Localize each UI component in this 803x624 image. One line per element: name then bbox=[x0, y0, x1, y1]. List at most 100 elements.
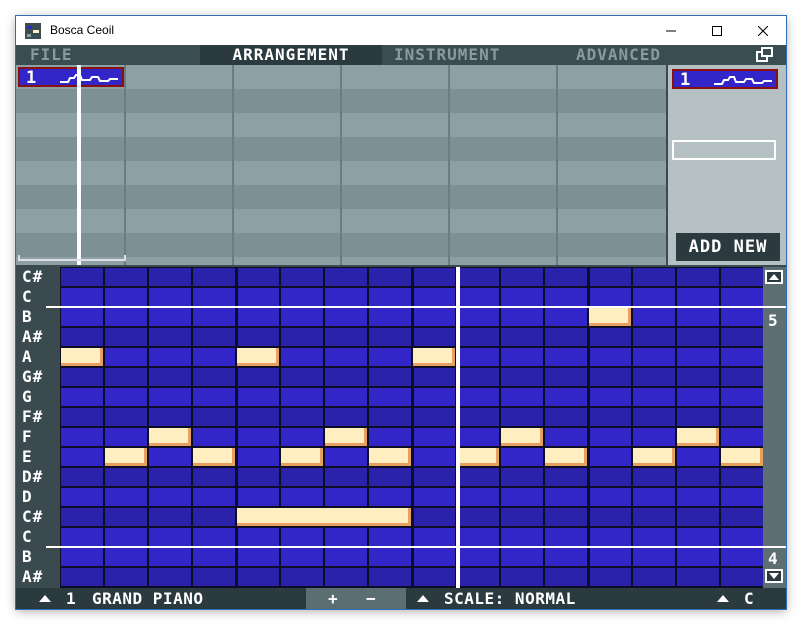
note-cell[interactable] bbox=[149, 328, 191, 346]
note-cell[interactable] bbox=[105, 508, 147, 526]
note-cell[interactable] bbox=[677, 388, 719, 406]
note-cell[interactable] bbox=[633, 328, 675, 346]
note-cell[interactable] bbox=[237, 428, 279, 446]
note-cell[interactable] bbox=[721, 288, 763, 306]
note-block[interactable] bbox=[193, 448, 235, 466]
note-cell[interactable] bbox=[149, 308, 191, 326]
note-cell[interactable] bbox=[149, 568, 191, 586]
note-cell[interactable] bbox=[281, 488, 323, 506]
note-cell[interactable] bbox=[721, 308, 763, 326]
note-cell[interactable] bbox=[61, 308, 103, 326]
note-cell[interactable] bbox=[105, 388, 147, 406]
note-grid[interactable] bbox=[60, 267, 763, 588]
note-cell[interactable] bbox=[457, 288, 499, 306]
note-cell[interactable] bbox=[677, 508, 719, 526]
note-cell[interactable] bbox=[61, 508, 103, 526]
note-cell[interactable] bbox=[369, 488, 411, 506]
note-cell[interactable] bbox=[413, 528, 455, 546]
note-cell[interactable] bbox=[325, 288, 367, 306]
scale-selector[interactable]: Scale: Normal bbox=[444, 588, 576, 609]
note-cell[interactable] bbox=[457, 548, 499, 566]
note-cell[interactable] bbox=[281, 308, 323, 326]
note-cell[interactable] bbox=[193, 508, 235, 526]
note-cell[interactable] bbox=[457, 308, 499, 326]
note-cell[interactable] bbox=[721, 328, 763, 346]
note-cell[interactable] bbox=[281, 528, 323, 546]
note-cell[interactable] bbox=[149, 268, 191, 286]
note-cell[interactable] bbox=[237, 468, 279, 486]
note-cell[interactable] bbox=[633, 268, 675, 286]
note-block[interactable] bbox=[61, 348, 103, 366]
note-cell[interactable] bbox=[149, 508, 191, 526]
note-cell[interactable] bbox=[193, 308, 235, 326]
note-cell[interactable] bbox=[545, 408, 587, 426]
note-block[interactable] bbox=[237, 348, 279, 366]
note-cell[interactable] bbox=[721, 568, 763, 586]
note-cell[interactable] bbox=[545, 428, 587, 446]
note-cell[interactable] bbox=[501, 568, 543, 586]
note-cell[interactable] bbox=[457, 368, 499, 386]
note-block[interactable] bbox=[281, 448, 323, 466]
note-cell[interactable] bbox=[413, 448, 455, 466]
note-cell[interactable] bbox=[193, 288, 235, 306]
note-cell[interactable] bbox=[589, 268, 631, 286]
note-cell[interactable] bbox=[105, 308, 147, 326]
note-block[interactable] bbox=[633, 448, 675, 466]
note-cell[interactable] bbox=[61, 488, 103, 506]
note-block[interactable] bbox=[721, 448, 763, 466]
note-cell[interactable] bbox=[721, 488, 763, 506]
note-cell[interactable] bbox=[633, 388, 675, 406]
close-button[interactable] bbox=[740, 16, 786, 45]
note-cell[interactable] bbox=[193, 368, 235, 386]
note-cell[interactable] bbox=[105, 568, 147, 586]
scroll-up-button[interactable] bbox=[765, 270, 783, 284]
note-cell[interactable] bbox=[633, 428, 675, 446]
note-cell[interactable] bbox=[61, 448, 103, 466]
note-cell[interactable] bbox=[281, 368, 323, 386]
minimize-button[interactable] bbox=[648, 16, 694, 45]
note-cell[interactable] bbox=[545, 368, 587, 386]
note-cell[interactable] bbox=[545, 388, 587, 406]
note-cell[interactable] bbox=[413, 388, 455, 406]
fullscreen-toggle-icon[interactable] bbox=[756, 47, 774, 63]
note-cell[interactable] bbox=[193, 388, 235, 406]
note-cell[interactable] bbox=[633, 348, 675, 366]
note-cell[interactable] bbox=[281, 568, 323, 586]
note-cell[interactable] bbox=[193, 328, 235, 346]
note-cell[interactable] bbox=[149, 388, 191, 406]
note-cell[interactable] bbox=[413, 328, 455, 346]
note-cell[interactable] bbox=[237, 288, 279, 306]
note-cell[interactable] bbox=[61, 528, 103, 546]
arrangement-pattern-block[interactable]: 1 bbox=[18, 67, 124, 88]
note-cell[interactable] bbox=[501, 368, 543, 386]
note-cell[interactable] bbox=[457, 268, 499, 286]
note-cell[interactable] bbox=[721, 468, 763, 486]
note-cell[interactable] bbox=[61, 328, 103, 346]
note-cell[interactable] bbox=[61, 568, 103, 586]
note-cell[interactable] bbox=[325, 368, 367, 386]
note-cell[interactable] bbox=[589, 328, 631, 346]
scroll-down-button[interactable] bbox=[765, 569, 783, 583]
note-cell[interactable] bbox=[589, 388, 631, 406]
note-cell[interactable] bbox=[237, 308, 279, 326]
note-cell[interactable] bbox=[193, 528, 235, 546]
note-cell[interactable] bbox=[501, 448, 543, 466]
note-cell[interactable] bbox=[149, 448, 191, 466]
menu-instrument[interactable]: INSTRUMENT bbox=[394, 45, 524, 65]
note-cell[interactable] bbox=[457, 408, 499, 426]
note-cell[interactable] bbox=[325, 448, 367, 466]
note-cell[interactable] bbox=[633, 508, 675, 526]
note-cell[interactable] bbox=[589, 488, 631, 506]
note-cell[interactable] bbox=[721, 408, 763, 426]
note-cell[interactable] bbox=[589, 368, 631, 386]
note-cell[interactable] bbox=[149, 488, 191, 506]
note-cell[interactable] bbox=[149, 528, 191, 546]
note-cell[interactable] bbox=[369, 468, 411, 486]
note-block[interactable] bbox=[369, 448, 411, 466]
note-cell[interactable] bbox=[589, 428, 631, 446]
note-cell[interactable] bbox=[545, 328, 587, 346]
note-cell[interactable] bbox=[193, 488, 235, 506]
note-cell[interactable] bbox=[237, 328, 279, 346]
note-cell[interactable] bbox=[61, 288, 103, 306]
maximize-button[interactable] bbox=[694, 16, 740, 45]
